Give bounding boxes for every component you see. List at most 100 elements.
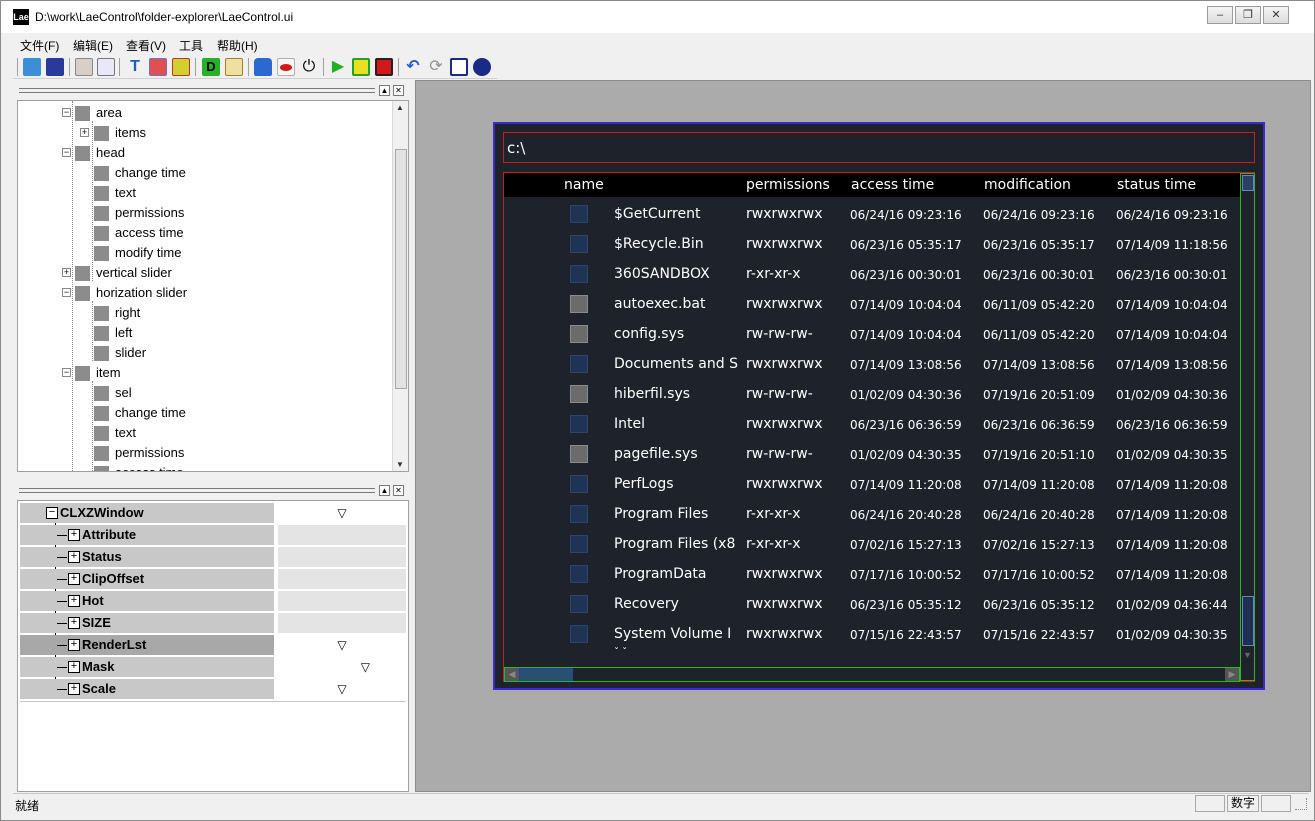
expand-icon[interactable]: + (68, 595, 80, 607)
file-row[interactable]: Intel rwxrwxrwx 06/23/16 06:36:59 06/23/16 … (504, 409, 1240, 439)
tree-row-area[interactable]: − area (18, 103, 388, 123)
prop-value[interactable] (278, 591, 406, 611)
columns-icon[interactable] (172, 58, 190, 76)
prop-row-clipoffset[interactable]: + ClipOffset (20, 569, 406, 589)
wand-icon[interactable] (225, 58, 243, 76)
file-row[interactable]: Documents and S rwxrwxrwx 07/14/09 13:08:5… (504, 349, 1240, 379)
menu-help[interactable]: 帮助(H) (217, 37, 258, 54)
expand-icon[interactable]: + (68, 551, 80, 563)
resize-grip-icon[interactable] (1295, 798, 1307, 810)
prop-row-mask[interactable]: + Mask ▽ (20, 657, 406, 677)
tree-row-item[interactable]: − item (18, 363, 388, 383)
props-panel-close-button[interactable]: ✕ (393, 485, 404, 496)
menu-file[interactable]: 文件(F) (20, 37, 59, 54)
collapse-icon[interactable]: − (46, 507, 58, 519)
path-bar[interactable]: c:\ (503, 132, 1255, 163)
tree-row-change-time[interactable]: change time (18, 163, 388, 183)
prop-value-dropdown[interactable]: ▽ (278, 657, 406, 677)
column-access-time[interactable]: access time (851, 177, 934, 193)
eye-icon[interactable] (277, 58, 295, 76)
tree-row-items[interactable]: + items (18, 123, 388, 143)
collapse-icon[interactable]: − (62, 288, 71, 297)
save-icon[interactable] (46, 58, 64, 76)
collapse-icon[interactable]: − (62, 108, 71, 117)
record-icon[interactable] (375, 58, 393, 76)
file-row[interactable]: Program Files r-xr-xr-x 06/24/16 20:40:28 0… (504, 499, 1240, 529)
tree-panel-pin-button[interactable]: ▲ (379, 85, 390, 96)
edit-image-icon[interactable] (75, 58, 93, 76)
close-button[interactable]: ✕ (1263, 6, 1289, 24)
scroll-up-icon[interactable]: ▲ (396, 103, 404, 112)
tree-scrollbar[interactable]: ▲ ▼ (392, 101, 408, 471)
minimize-button[interactable]: – (1207, 6, 1233, 24)
prop-row-scale[interactable]: + Scale ▽ (20, 679, 406, 699)
prop-value[interactable] (278, 613, 406, 633)
text-tool-icon[interactable]: T (126, 58, 144, 76)
list-row-partial[interactable]: ˇ ˇ (504, 647, 1240, 661)
tree-row-right[interactable]: right (18, 303, 388, 323)
tree-row-text[interactable]: text (18, 183, 388, 203)
tree-row-permissions[interactable]: permissions (18, 443, 388, 463)
scroll-down-icon[interactable]: ▼ (396, 460, 404, 469)
file-row[interactable]: hiberfil.sys rw-rw-rw- 01/02/09 04:30:36 07… (504, 379, 1240, 409)
restore-button[interactable]: ❐ (1235, 6, 1261, 24)
property-grid[interactable]: − CLXZWindow ▽ + Attribute + Status + Cl… (17, 500, 409, 792)
tree-row-sel[interactable]: sel (18, 383, 388, 403)
file-row[interactable]: Recovery rwxrwxrwx 06/23/16 05:35:12 06/23/… (504, 589, 1240, 619)
expand-icon[interactable]: + (68, 661, 80, 673)
list-hscroll-thumb[interactable] (519, 668, 573, 681)
file-row[interactable]: autoexec.bat rwxrwxrwx 07/14/09 10:04:04 06… (504, 289, 1240, 319)
play-icon[interactable]: ▶ (329, 58, 347, 76)
d-icon[interactable]: D (202, 58, 220, 76)
preview-icon[interactable] (97, 58, 115, 76)
prop-value[interactable] (278, 569, 406, 589)
prop-value[interactable] (278, 547, 406, 567)
props-panel-pin-button[interactable]: ▲ (379, 485, 390, 496)
column-name[interactable]: name (564, 177, 604, 193)
expand-icon[interactable]: + (80, 128, 89, 137)
tree-row-text[interactable]: text (18, 423, 388, 443)
scroll-right-icon[interactable]: ▶ (1225, 668, 1239, 681)
file-row[interactable]: 360SANDBOX r-xr-xr-x 06/23/16 00:30:01 06/2… (504, 259, 1240, 289)
layout-icon[interactable] (149, 58, 167, 76)
expand-icon[interactable]: + (68, 639, 80, 651)
prop-row-status[interactable]: + Status (20, 547, 406, 567)
menu-view[interactable]: 查看(V) (126, 37, 166, 54)
prop-value[interactable] (278, 525, 406, 545)
file-row[interactable]: System Volume I rwxrwxrwx 07/15/16 22:43:5… (504, 619, 1240, 649)
file-row[interactable]: config.sys rw-rw-rw- 07/14/09 10:04:04 06/1… (504, 319, 1240, 349)
expand-icon[interactable]: + (68, 683, 80, 695)
folder-explorer-preview[interactable]: c:\ name permissions access time modific… (493, 122, 1265, 690)
column-permissions[interactable]: permissions (746, 177, 830, 193)
undo-icon[interactable]: ↶ (404, 58, 422, 76)
list-horizontal-scrollbar[interactable]: ◀ ▶ (504, 667, 1240, 682)
lock-icon[interactable] (254, 58, 272, 76)
file-row[interactable]: $Recycle.Bin rwxrwxrwx 06/23/16 05:35:17 06… (504, 229, 1240, 259)
prop-value-dropdown[interactable]: ▽ (278, 503, 406, 523)
expand-icon[interactable]: + (68, 529, 80, 541)
file-row[interactable]: pagefile.sys rw-rw-rw- 01/02/09 04:30:35 07… (504, 439, 1240, 469)
tree-row-left[interactable]: left (18, 323, 388, 343)
prop-splitter[interactable] (408, 731, 409, 791)
menu-edit[interactable]: 编辑(E) (73, 37, 113, 54)
crop-icon[interactable] (450, 58, 468, 76)
tree-row-head[interactable]: − head (18, 143, 388, 163)
scroll-down-icon[interactable]: ▼ (1243, 650, 1253, 664)
tree-panel-grip[interactable] (19, 88, 375, 93)
file-row[interactable]: ProgramData rwxrwxrwx 07/17/16 10:00:52 07/… (504, 559, 1240, 589)
file-row[interactable]: $GetCurrent rwxrwxrwx 06/24/16 09:23:16 06/… (504, 199, 1240, 229)
scroll-left-icon[interactable]: ◀ (505, 668, 519, 681)
tree-row-access-time[interactable]: access time (18, 463, 388, 471)
collapse-icon[interactable]: − (62, 368, 71, 377)
bomb-icon[interactable] (473, 58, 491, 76)
scroll-up-button[interactable] (1242, 175, 1254, 191)
tree-row-change-time[interactable]: change time (18, 403, 388, 423)
file-row[interactable]: Program Files (x8 r-xr-xr-x 07/02/16 15:27… (504, 529, 1240, 559)
column-status-time[interactable]: status time (1117, 177, 1196, 193)
list-scroll-thumb[interactable] (1242, 596, 1254, 646)
list-vertical-scrollbar[interactable]: ▼ (1240, 173, 1255, 681)
tree-row-permissions[interactable]: permissions (18, 203, 388, 223)
file-row[interactable]: PerfLogs rwxrwxrwx 07/14/09 11:20:08 07/14/… (504, 469, 1240, 499)
tree-row-slider[interactable]: slider (18, 343, 388, 363)
tree-view[interactable]: − area + items − head change time text p… (17, 100, 409, 472)
